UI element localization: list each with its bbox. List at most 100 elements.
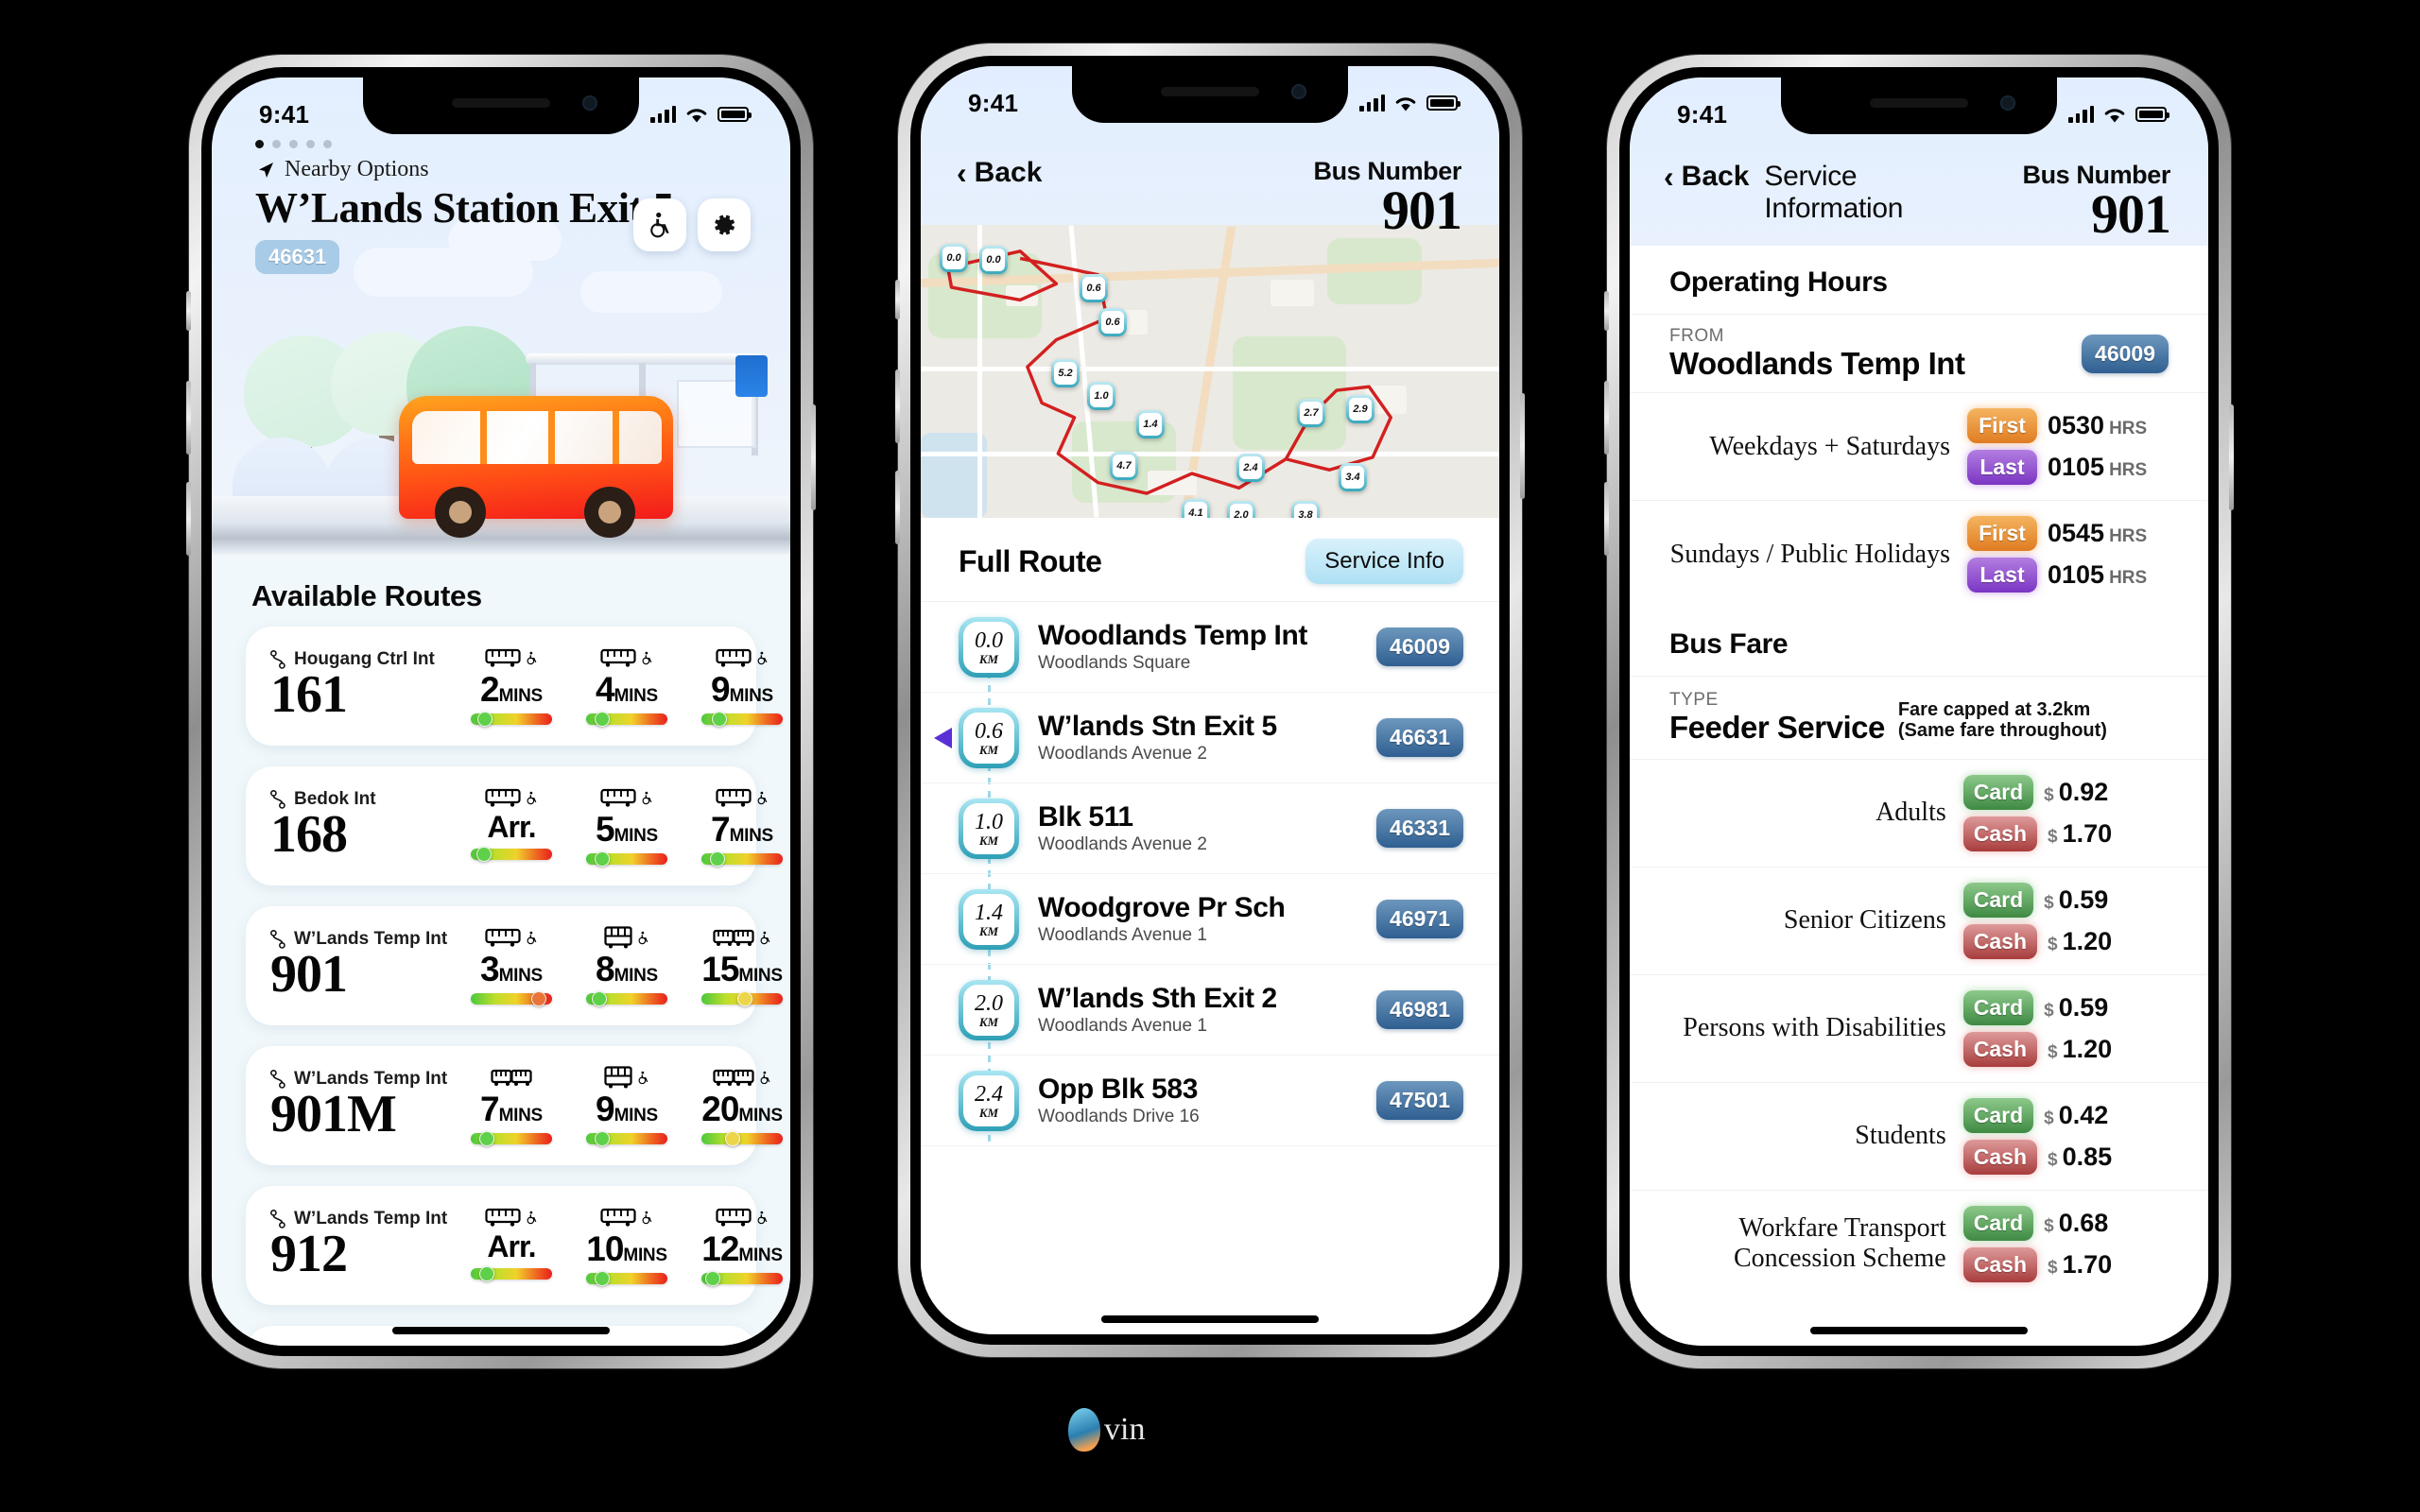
schedules-list: Weekdays + Saturdays First 0530 HRS Last 0105… — [1630, 392, 2208, 608]
full-route-panel[interactable]: Full Route Service Info 0.0 KM Woodlands T… — [921, 518, 1499, 1334]
stop-name: Opp Blk 583 — [1038, 1074, 1198, 1105]
arrival-slot[interactable]: 7 MINS — [686, 785, 790, 867]
navigation-arrow-icon — [259, 162, 273, 178]
watermark: vin — [1068, 1408, 1145, 1452]
notch — [1781, 77, 2057, 134]
notch — [1072, 66, 1348, 123]
card-currency: $ — [2044, 892, 2054, 913]
arrival-slot[interactable]: 3 MINS — [456, 925, 567, 1006]
stop-row[interactable]: 1.0 KM Blk 511 Woodlands Avenue 2 46331 — [921, 783, 1499, 874]
cash-fare: Cash $1.70 — [1962, 1246, 2169, 1282]
stops-list[interactable]: 0.0 KM Woodlands Temp Int Woodlands Square 4… — [921, 602, 1499, 1146]
cash-amount: 1.20 — [2062, 926, 2113, 955]
back-button[interactable]: ‹ Back — [957, 157, 1042, 189]
map-pin[interactable]: 0.0 — [940, 244, 968, 272]
arrival-slot[interactable]: 7 MINS — [456, 1065, 567, 1146]
map-pin[interactable]: 1.0 — [1087, 382, 1115, 410]
first-unit: HRS — [2109, 419, 2148, 439]
map-pin[interactable]: 2.7 — [1297, 399, 1325, 427]
wheelchair-icon — [650, 212, 669, 238]
stop-distance-badge: 0.6 KM — [959, 707, 1019, 768]
wheelchair-icon — [527, 1211, 536, 1224]
map-pin[interactable]: 2.9 — [1346, 395, 1374, 423]
accessibility-button[interactable] — [633, 198, 686, 251]
last-unit: HRS — [2109, 568, 2148, 589]
stop-distance-value: 1.0 — [975, 809, 1003, 834]
settings-button[interactable] — [698, 198, 751, 251]
stop-row[interactable]: 1.4 KM Woodgrove Pr Sch Woodlands Avenue 1 4… — [921, 874, 1499, 965]
arrival-slot[interactable]: 9 MINS — [686, 645, 790, 727]
wifi-icon — [2104, 108, 2125, 122]
arrival-time: 8 MINS — [596, 950, 658, 988]
page-subtitle: Service Information — [1764, 161, 1903, 224]
service-information-panel[interactable]: Operating Hours FROM Woodlands Temp Int … — [1630, 246, 2208, 1346]
service-info-button[interactable]: Service Info — [1305, 539, 1463, 584]
cash-currency: $ — [2048, 826, 2058, 847]
stop-row[interactable]: 0.0 KM Woodlands Temp Int Woodlands Square 4… — [921, 602, 1499, 693]
route-destination-label: W’Lands Temp Int — [294, 1345, 447, 1346]
fare-label: Workfare Transport Concession Scheme — [1734, 1212, 1946, 1274]
map-pin[interactable]: 3.8 — [1291, 501, 1320, 518]
pagination-dots[interactable] — [255, 140, 747, 148]
map-pin[interactable]: 2.0 — [1227, 501, 1255, 518]
cash-currency: $ — [2048, 934, 2058, 954]
map-pin[interactable]: 5.2 — [1051, 359, 1080, 387]
single-deck-bus-icon — [599, 788, 636, 807]
arrival-slot[interactable]: 10 MINS — [571, 1205, 683, 1286]
bus-number-block: Bus Number 901 — [2022, 161, 2171, 245]
stop-code-badge: 46631 — [1376, 718, 1463, 757]
arrival-slot[interactable]: Arr. — [456, 785, 567, 862]
map-pin[interactable]: 2.4 — [1236, 454, 1265, 482]
map-pin[interactable]: 0.6 — [1080, 274, 1108, 302]
card-amount: 0.59 — [2058, 885, 2109, 914]
route-card[interactable]: Hougang Ctrl Int 161 2 MINS 4 MINS 9 MINS — [246, 627, 783, 746]
stop-row[interactable]: 0.6 KM W’lands Stn Exit 5 Woodlands Avenue … — [921, 693, 1499, 783]
map-pin[interactable]: 4.7 — [1110, 452, 1138, 480]
stop-row[interactable]: 2.0 KM W’lands Sth Exit 2 Woodlands Avenue … — [921, 965, 1499, 1056]
available-routes-title: Available Routes — [251, 579, 482, 612]
map-pin[interactable]: 0.0 — [979, 246, 1008, 274]
back-button[interactable]: ‹ Back — [1664, 161, 1749, 193]
routes-list[interactable]: Hougang Ctrl Int 161 2 MINS 4 MINS 9 MINS Bedok … — [212, 627, 790, 1346]
arrival-slot[interactable]: 12 MINS — [686, 1205, 790, 1286]
card-tag: Card — [1962, 989, 2034, 1025]
map-pin[interactable]: 0.6 — [1098, 308, 1127, 336]
cash-tag: Cash — [1962, 1139, 2037, 1175]
stop-code-badge: 46981 — [1376, 990, 1463, 1029]
route-card[interactable]: W’Lands Temp Int 912 Arr. 10 MINS 12 MINS — [246, 1186, 783, 1305]
bus-type-icons — [599, 645, 654, 670]
bus-number-value: 901 — [2091, 183, 2171, 245]
available-routes-panel[interactable]: Available Routes Hougang Ctrl Int 161 2 MIN… — [212, 555, 790, 1346]
arrival-slot[interactable]: Arr. — [456, 1205, 567, 1281]
arrival-time: 10 MINS — [586, 1229, 667, 1268]
arrival-slot[interactable]: 4 MINS — [571, 645, 683, 727]
arrival-slot[interactable]: 2 MINS — [456, 645, 567, 727]
map-pin[interactable]: 3.4 — [1339, 463, 1367, 491]
route-card[interactable]: W’Lands Temp Int 901M 7 MINS 9 MINS 20 MINS — [246, 1046, 783, 1165]
nearby-options-row[interactable]: Nearby Options — [255, 157, 747, 182]
route-card[interactable]: W’Lands Temp Int 901 3 MINS 8 MINS 15 MINS — [246, 906, 783, 1025]
card-tag: Card — [1962, 882, 2034, 918]
map-pin[interactable]: 4.1 — [1182, 499, 1210, 518]
single-deck-bus-icon — [715, 1208, 752, 1227]
fares-list: Adults Card $0.92 Cash $1.70 Senior Citizens C… — [1630, 758, 2208, 1297]
arrival-slot[interactable]: 20 MINS — [686, 1065, 790, 1146]
stop-row[interactable]: 2.4 KM Opp Blk 583 Woodlands Drive 16 47501 — [921, 1056, 1499, 1146]
crowd-level-bar — [586, 851, 667, 867]
arrival-slot[interactable]: 15 MINS — [686, 925, 790, 1006]
route-map[interactable]: 0.0 0.0 0.6 0.6 5.2 1.0 1.4 4.7 2.7 2.9 … — [921, 225, 1499, 518]
arrival-time: 9 MINS — [711, 670, 773, 709]
stop-distance-unit: KM — [978, 1014, 999, 1029]
crowd-level-bar — [701, 851, 783, 867]
wheelchair-icon — [638, 1071, 648, 1084]
arrival-slot[interactable]: 9 MINS — [571, 1065, 683, 1146]
bus-type-icons — [484, 645, 539, 670]
route-number: 161 — [270, 665, 348, 724]
back-label: Back — [1681, 161, 1750, 192]
arrival-slot[interactable]: 8 MINS — [571, 925, 683, 1006]
stop-distance-badge: 1.4 KM — [959, 888, 1019, 950]
arrival-slot[interactable]: 5 MINS — [571, 785, 683, 867]
from-stop-row: FROM Woodlands Temp Int 46009 — [1630, 314, 2208, 392]
map-pin[interactable]: 1.4 — [1136, 410, 1165, 438]
route-card[interactable]: Bedok Int 168 Arr. 5 MINS 7 MINS — [246, 766, 783, 885]
